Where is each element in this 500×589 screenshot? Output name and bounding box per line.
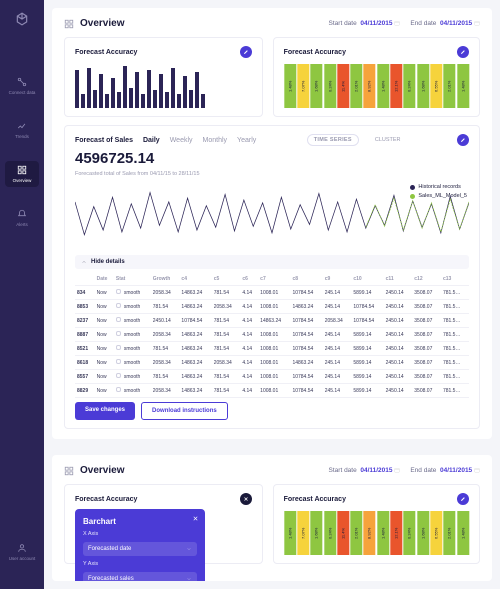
toggle-details[interactable]: Hide details: [75, 255, 469, 269]
tab-daily[interactable]: Daily: [143, 137, 160, 144]
date-range: Start date 04/11/2015 End date 04/11/201…: [329, 467, 480, 474]
sidebar-item-trends[interactable]: Trends: [5, 117, 39, 143]
card-title: Forecast Accuracy: [284, 49, 346, 56]
end-date[interactable]: 04/11/2015: [440, 467, 472, 474]
sidebar-item-overview[interactable]: Overview: [5, 161, 39, 187]
tab-monthly[interactable]: Monthly: [203, 137, 228, 144]
close-edit-button[interactable]: [240, 493, 252, 505]
forecast-total: 4596725.14: [75, 150, 469, 167]
screen-overview-copy: Overview Start date 04/11/2015 End date …: [52, 455, 492, 581]
download-button[interactable]: Download instructions: [141, 402, 228, 420]
bar-chart: [75, 64, 252, 108]
card-title: Forecast Accuracy: [75, 496, 137, 503]
edit-button[interactable]: [240, 46, 252, 58]
end-date[interactable]: 04/11/2015: [440, 20, 472, 27]
barchart-config-popup: Barchart X Axis Forecasted date Y Axis F…: [75, 509, 205, 581]
table-row[interactable]: 8887Nowsmooth2058.3414863.24781.544.1410…: [75, 328, 469, 342]
table-row[interactable]: 8853Nowsmooth781.5414863.242058.344.1410…: [75, 300, 469, 314]
card-title: Forecast Accuracy: [284, 496, 346, 503]
overview-icon: [64, 466, 74, 476]
y-axis-select[interactable]: Forecasted sales: [83, 572, 197, 581]
toggle-time-series[interactable]: TIME SERIES: [307, 134, 359, 146]
toggle-cluster[interactable]: CLUSTER: [369, 135, 407, 145]
save-button[interactable]: Save changes: [75, 402, 135, 420]
table-row[interactable]: 834Nowsmooth2058.3414863.24781.544.14100…: [75, 286, 469, 300]
table-row[interactable]: 8618Nowsmooth2058.3414863.242058.344.141…: [75, 356, 469, 370]
table-row[interactable]: 8237Nowsmooth2450.1410784.54781.544.1414…: [75, 314, 469, 328]
date-range: Start date 04/11/2015 End date 04/11/201…: [329, 20, 480, 27]
start-date[interactable]: 04/11/2015: [360, 20, 392, 27]
screen-overview: Overview Start date 04/11/2015 End date …: [52, 8, 492, 439]
forecast-subtitle: Forecasted total of Sales from 04/11/15 …: [75, 171, 469, 177]
line-chart: [75, 181, 469, 251]
card-forecast-accuracy-heat: Forecast Accuracy 1.48%7.07%1.68%0.24%11…: [273, 484, 480, 564]
start-date[interactable]: 04/11/2015: [360, 467, 392, 474]
tab-yearly[interactable]: Yearly: [237, 137, 256, 144]
heatmap-chart: 1.48%7.07%1.68%0.24%11.4%2.01%8.92%1.48%…: [284, 64, 469, 108]
edit-button[interactable]: [457, 493, 469, 505]
card-title: Forecast Accuracy: [75, 49, 137, 56]
close-icon[interactable]: [192, 515, 199, 524]
page-title: Overview: [80, 18, 124, 29]
sidebar-item-connect-data[interactable]: Connect data: [5, 73, 39, 99]
popup-title: Barchart: [83, 517, 197, 526]
edit-button[interactable]: [457, 134, 469, 146]
x-axis-select[interactable]: Forecasted date: [83, 542, 197, 556]
overview-icon: [64, 19, 74, 29]
app-logo: [15, 12, 29, 27]
page-title: Overview: [80, 465, 124, 476]
sidebar-item-alerts[interactable]: Alerts: [5, 205, 39, 231]
details-table: DateStatGrowthc4c5c6c7c8c9c10c11c12c13 8…: [75, 273, 469, 398]
card-forecast-accuracy-bar: Forecast Accuracy Barchart X Axis Foreca…: [64, 484, 263, 564]
tab-weekly[interactable]: Weekly: [170, 137, 193, 144]
sidebar: Connect data Trends Overview Alerts User…: [0, 0, 44, 589]
table-row[interactable]: 8521Nowsmooth781.5414863.24781.544.14100…: [75, 342, 469, 356]
card-forecast-accuracy-bar: Forecast Accuracy: [64, 37, 263, 117]
card-forecast-sales: Forecast of Sales Daily Weekly Monthly Y…: [64, 125, 480, 429]
edit-button[interactable]: [457, 46, 469, 58]
section-label: Forecast of Sales: [75, 137, 133, 144]
card-forecast-accuracy-heat: Forecast Accuracy 1.48%7.07%1.68%0.24%11…: [273, 37, 480, 117]
table-row[interactable]: 8829Nowsmooth2058.3414863.24781.544.1410…: [75, 384, 469, 398]
sidebar-item-user-account[interactable]: User account: [5, 539, 39, 565]
heatmap-chart: 1.48%7.07%1.68%0.24%11.4%2.01%8.92%1.48%…: [284, 511, 469, 555]
table-row[interactable]: 8557Nowsmooth781.5414863.24781.544.14100…: [75, 370, 469, 384]
